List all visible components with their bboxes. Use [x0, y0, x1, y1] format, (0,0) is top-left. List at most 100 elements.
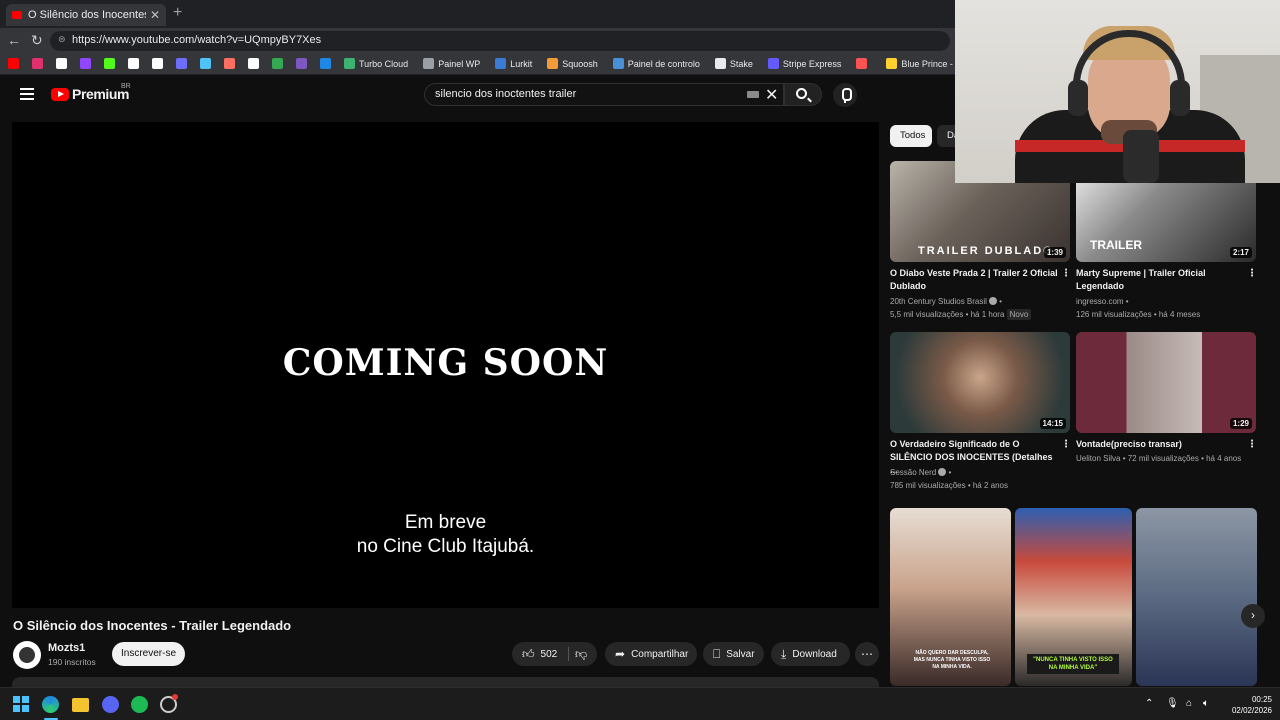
bookmark-item[interactable]: Squoosh	[547, 58, 598, 69]
spotify-icon[interactable]	[131, 696, 148, 713]
search-button[interactable]	[784, 83, 822, 106]
chip-all[interactable]: Todos	[890, 125, 932, 147]
browser-tab[interactable]: O Silêncio dos Inocentes - Trailer L ✕	[6, 4, 166, 26]
youtube-favicon-icon	[12, 11, 22, 19]
description-box[interactable]	[12, 677, 879, 687]
short-thumbnail[interactable]: NÃO QUERO DAR DESCULPA, MAS NUNCA TINHA …	[890, 508, 1011, 686]
system-clock[interactable]: 00:25 02/02/2026	[1230, 694, 1272, 716]
file-explorer-icon[interactable]	[72, 698, 89, 712]
bookmark-favicon-icon[interactable]	[32, 58, 43, 69]
recommendation-channel[interactable]: 20th Century Studios Brasil •	[890, 297, 1002, 306]
hamburger-menu-icon[interactable]	[20, 88, 34, 100]
recommendation-title[interactable]: Vontade(preciso transar)	[1076, 438, 1244, 451]
bookmark-favicon-icon[interactable]	[80, 58, 91, 69]
recommendation-meta: Ueliton Silva • 72 mil visualizações • h…	[1076, 454, 1242, 463]
dislike-icon[interactable]: 👎︎	[575, 647, 587, 662]
download-label: Download	[792, 648, 837, 660]
player-headline: COMING SOON	[282, 342, 609, 384]
subscribe-button[interactable]: Inscrever-se	[112, 642, 185, 666]
edge-browser-icon[interactable]	[42, 696, 59, 713]
search-icon	[796, 88, 807, 99]
bookmark-icon	[547, 58, 559, 69]
url-text: https://www.youtube.com/watch?v=UQmpyBY7…	[72, 34, 322, 46]
bookmark-favicon-icon[interactable]	[248, 58, 259, 69]
video-duration: 1:29	[1229, 418, 1252, 429]
bookmark-favicon-icon[interactable]	[8, 58, 19, 69]
clear-search-icon[interactable]: ✕	[765, 85, 778, 105]
save-button[interactable]: ⎕ Salvar	[703, 642, 764, 666]
bookmark-item[interactable]: Lurkit	[495, 58, 532, 69]
bookmark-favicon-icon[interactable]	[272, 58, 283, 69]
recommendation-thumbnail[interactable]: 14:15	[890, 332, 1070, 433]
search-input[interactable]: silencio dos inoctentes trailer ✕	[424, 83, 784, 106]
share-button[interactable]: ➦ Compartilhar	[605, 642, 697, 666]
more-options-icon[interactable]: ⋮	[1061, 439, 1071, 450]
keyboard-icon[interactable]	[747, 91, 759, 98]
tray-overflow-icon[interactable]: ⌃	[1145, 698, 1153, 709]
more-actions-button[interactable]: ⋯	[855, 642, 879, 666]
bookmark-icon	[612, 58, 624, 69]
region-code: BR	[121, 83, 131, 90]
back-icon[interactable]: ←	[7, 32, 21, 48]
bookmark-item[interactable]: Painel WP	[423, 58, 480, 69]
bookmark-favicon-icon[interactable]	[320, 58, 331, 69]
bookmark-favicon-icon[interactable]	[104, 58, 115, 69]
microphone	[1123, 130, 1159, 183]
headphone-cup-right	[1170, 80, 1190, 116]
bookmark-favicon-icon[interactable]	[296, 58, 307, 69]
bookmark-favicon-icon[interactable]	[200, 58, 211, 69]
bookmark-item[interactable]: Painel de controlo	[612, 58, 700, 69]
recommendation-thumbnail[interactable]: 1:29	[1076, 332, 1256, 433]
new-tab-button[interactable]: +	[173, 4, 182, 22]
shorts-next-button[interactable]: ›	[1241, 604, 1265, 628]
recommendation-channel[interactable]: ingresso.com •	[1076, 297, 1129, 306]
bookmark-icon	[423, 58, 435, 69]
recommendation-title[interactable]: Marty Supreme | Trailer Oficial Legendad…	[1076, 267, 1244, 293]
windows-start-icon[interactable]	[13, 696, 30, 713]
recommendation-channel[interactable]: Sessão Nerd •	[890, 468, 951, 477]
tab-close-icon[interactable]: ✕	[150, 8, 160, 22]
video-player[interactable]: COMING SOON Em breve no Cine Club Itajub…	[12, 122, 879, 608]
bookmark-icon: ⎕	[713, 646, 721, 661]
reload-icon[interactable]: ↻	[31, 32, 43, 49]
short-thumbnail[interactable]	[1136, 508, 1257, 686]
bookmark-item[interactable]: Stripe Express	[767, 58, 842, 69]
recommendation-title[interactable]: O Diabo Veste Prada 2 | Trailer 2 Oficia…	[890, 267, 1058, 293]
short-thumbnail[interactable]: "NUNCA TINHA VISTO ISSO NA MINHA VIDA"	[1015, 508, 1132, 686]
verified-icon	[938, 468, 947, 476]
bookmark-icon	[767, 58, 779, 69]
discord-icon[interactable]	[102, 696, 119, 713]
bookmark-icon	[856, 58, 868, 69]
like-count[interactable]: 502	[541, 649, 558, 660]
channel-avatar[interactable]	[13, 641, 41, 669]
address-bar[interactable]: ⊜ https://www.youtube.com/watch?v=UQmpyB…	[50, 31, 950, 51]
short-caption: "NUNCA TINHA VISTO ISSO NA MINHA VIDA"	[1027, 654, 1119, 674]
site-info-icon[interactable]: ⊜	[58, 34, 66, 45]
more-options-icon[interactable]: ⋮	[1247, 268, 1257, 279]
bookmark-item[interactable]: Stake	[714, 58, 753, 69]
bookmark-label: Turbo Cloud	[359, 58, 409, 69]
bookmark-item[interactable]	[856, 58, 871, 69]
like-dislike-group: 👍︎ 502 👎︎	[512, 642, 597, 666]
network-icon[interactable]: ⌂	[1186, 698, 1192, 709]
headphone-cup-left	[1068, 80, 1088, 116]
youtube-logo[interactable]: Premium BR	[51, 83, 131, 102]
microphone-tray-icon[interactable]: 🎙︎	[1166, 698, 1179, 709]
bookmark-favicon-icon[interactable]	[128, 58, 139, 69]
volume-icon[interactable]: 🔈︎	[1203, 698, 1209, 709]
more-options-icon[interactable]: ⋮	[1061, 268, 1071, 279]
voice-search-icon[interactable]	[833, 83, 857, 107]
like-icon[interactable]: 👍︎	[522, 647, 535, 662]
bookmark-label: Stripe Express	[782, 58, 842, 69]
bookmark-favicon-icon[interactable]	[176, 58, 187, 69]
video-duration: 2:17	[1229, 247, 1252, 258]
bookmark-item[interactable]: Turbo Cloud	[344, 58, 408, 69]
bookmark-favicon-icon[interactable]	[224, 58, 235, 69]
download-button[interactable]: ⤓ Download	[771, 642, 850, 666]
bookmark-label: Painel WP	[438, 58, 481, 69]
channel-name[interactable]: Mozts1	[48, 642, 85, 654]
more-options-icon[interactable]: ⋮	[1247, 439, 1257, 450]
bookmark-favicon-icon[interactable]	[152, 58, 163, 69]
bookmark-favicon-icon[interactable]	[56, 58, 67, 69]
webcam-overlay	[955, 0, 1280, 183]
